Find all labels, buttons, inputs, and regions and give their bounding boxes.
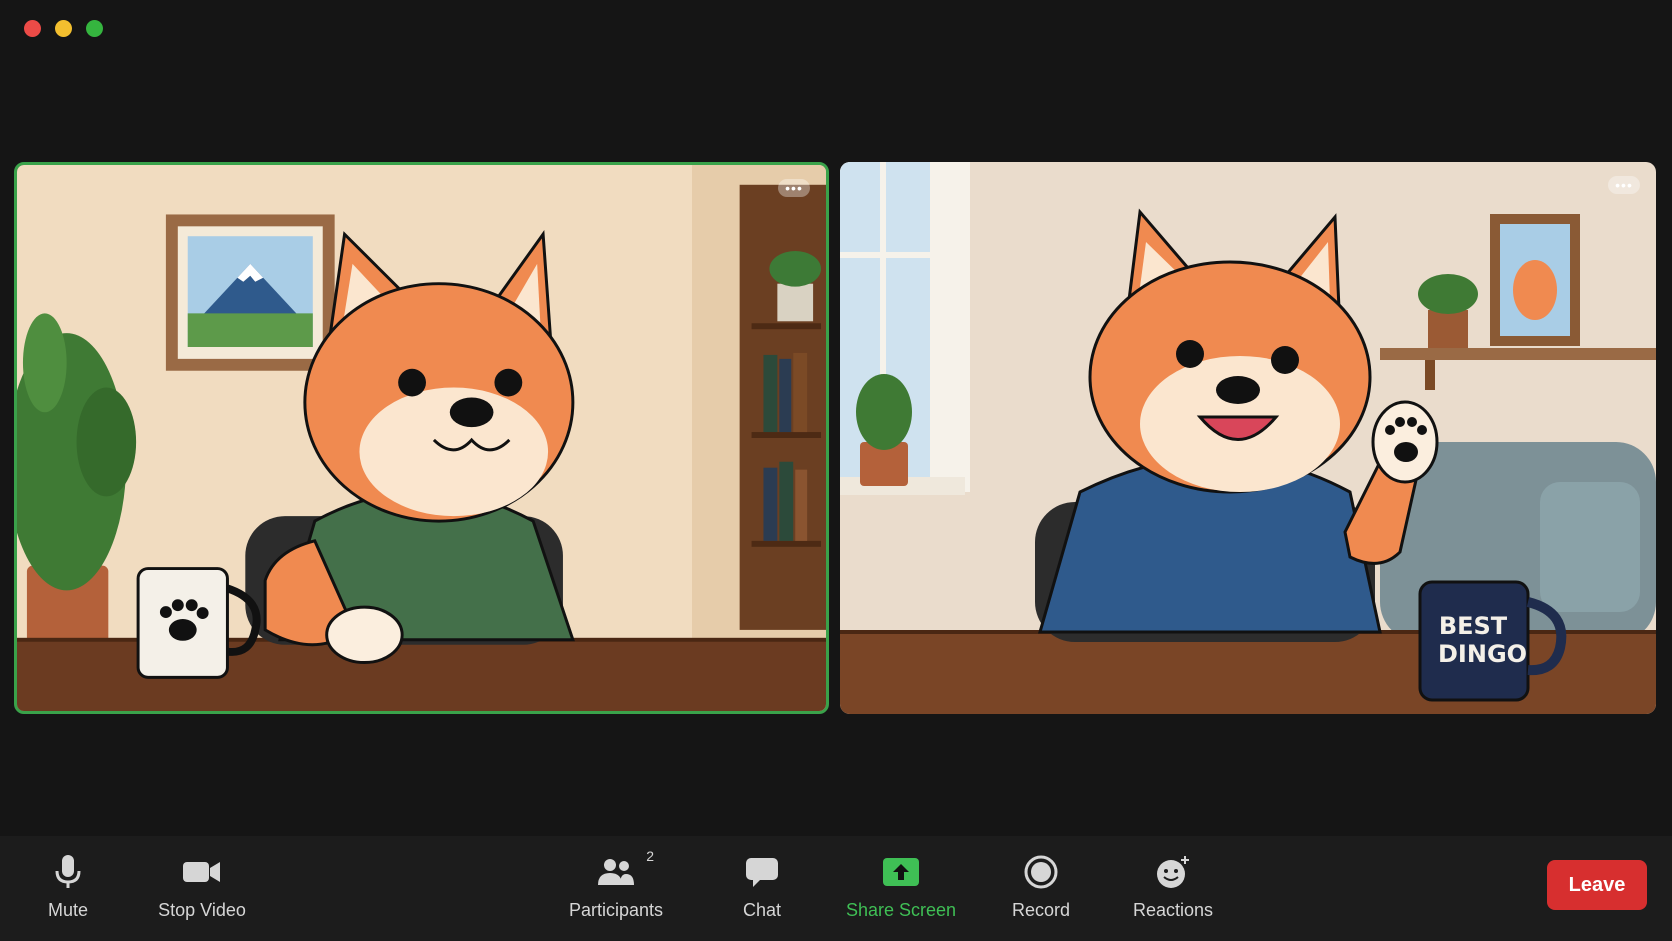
- participants-icon: 2: [596, 848, 654, 890]
- record-label: Record: [1011, 900, 1071, 920]
- minimize-window-button[interactable]: [55, 20, 72, 37]
- left-video-feed: [17, 165, 826, 711]
- stop-video-button[interactable]: Stop Video: [152, 854, 252, 921]
- reactions-icon: [1155, 854, 1191, 890]
- video-camera-icon: [182, 854, 222, 890]
- share-screen-icon: [882, 854, 920, 890]
- record-button[interactable]: Record: [1010, 854, 1072, 921]
- right-tile-more-button[interactable]: •••: [1608, 176, 1640, 194]
- close-window-button[interactable]: [24, 20, 41, 37]
- mug-text-line1: BEST: [1438, 612, 1508, 640]
- participants-button[interactable]: 2 Participants: [566, 848, 666, 921]
- record-icon: [1024, 854, 1058, 890]
- mug-text: BEST DINGO: [1438, 612, 1528, 668]
- window-controls: [24, 20, 103, 37]
- stop-video-label: Stop Video: [158, 900, 246, 920]
- video-tile-left[interactable]: •••: [14, 162, 829, 714]
- share-screen-label: Share Screen: [845, 900, 957, 920]
- leave-button[interactable]: Leave: [1547, 860, 1647, 910]
- right-video-feed: [840, 162, 1656, 714]
- left-tile-more-button[interactable]: •••: [778, 179, 810, 197]
- mug-text-line2: DINGO: [1438, 640, 1528, 668]
- participants-count: 2: [646, 848, 654, 864]
- share-screen-button[interactable]: Share Screen: [845, 854, 957, 921]
- mute-button[interactable]: Mute: [38, 854, 98, 921]
- mute-label: Mute: [47, 900, 89, 920]
- reactions-button[interactable]: Reactions: [1133, 854, 1213, 921]
- chat-icon: [745, 854, 779, 890]
- video-tile-right[interactable]: BEST DINGO •••: [840, 162, 1656, 714]
- chat-label: Chat: [742, 900, 782, 920]
- microphone-icon: [55, 854, 81, 890]
- participants-label: Participants: [568, 900, 664, 920]
- reactions-label: Reactions: [1132, 900, 1214, 920]
- maximize-window-button[interactable]: [86, 20, 103, 37]
- meeting-toolbar: Mute Stop Video 2 Participants Chat Shar…: [0, 836, 1672, 941]
- chat-button[interactable]: Chat: [732, 854, 792, 921]
